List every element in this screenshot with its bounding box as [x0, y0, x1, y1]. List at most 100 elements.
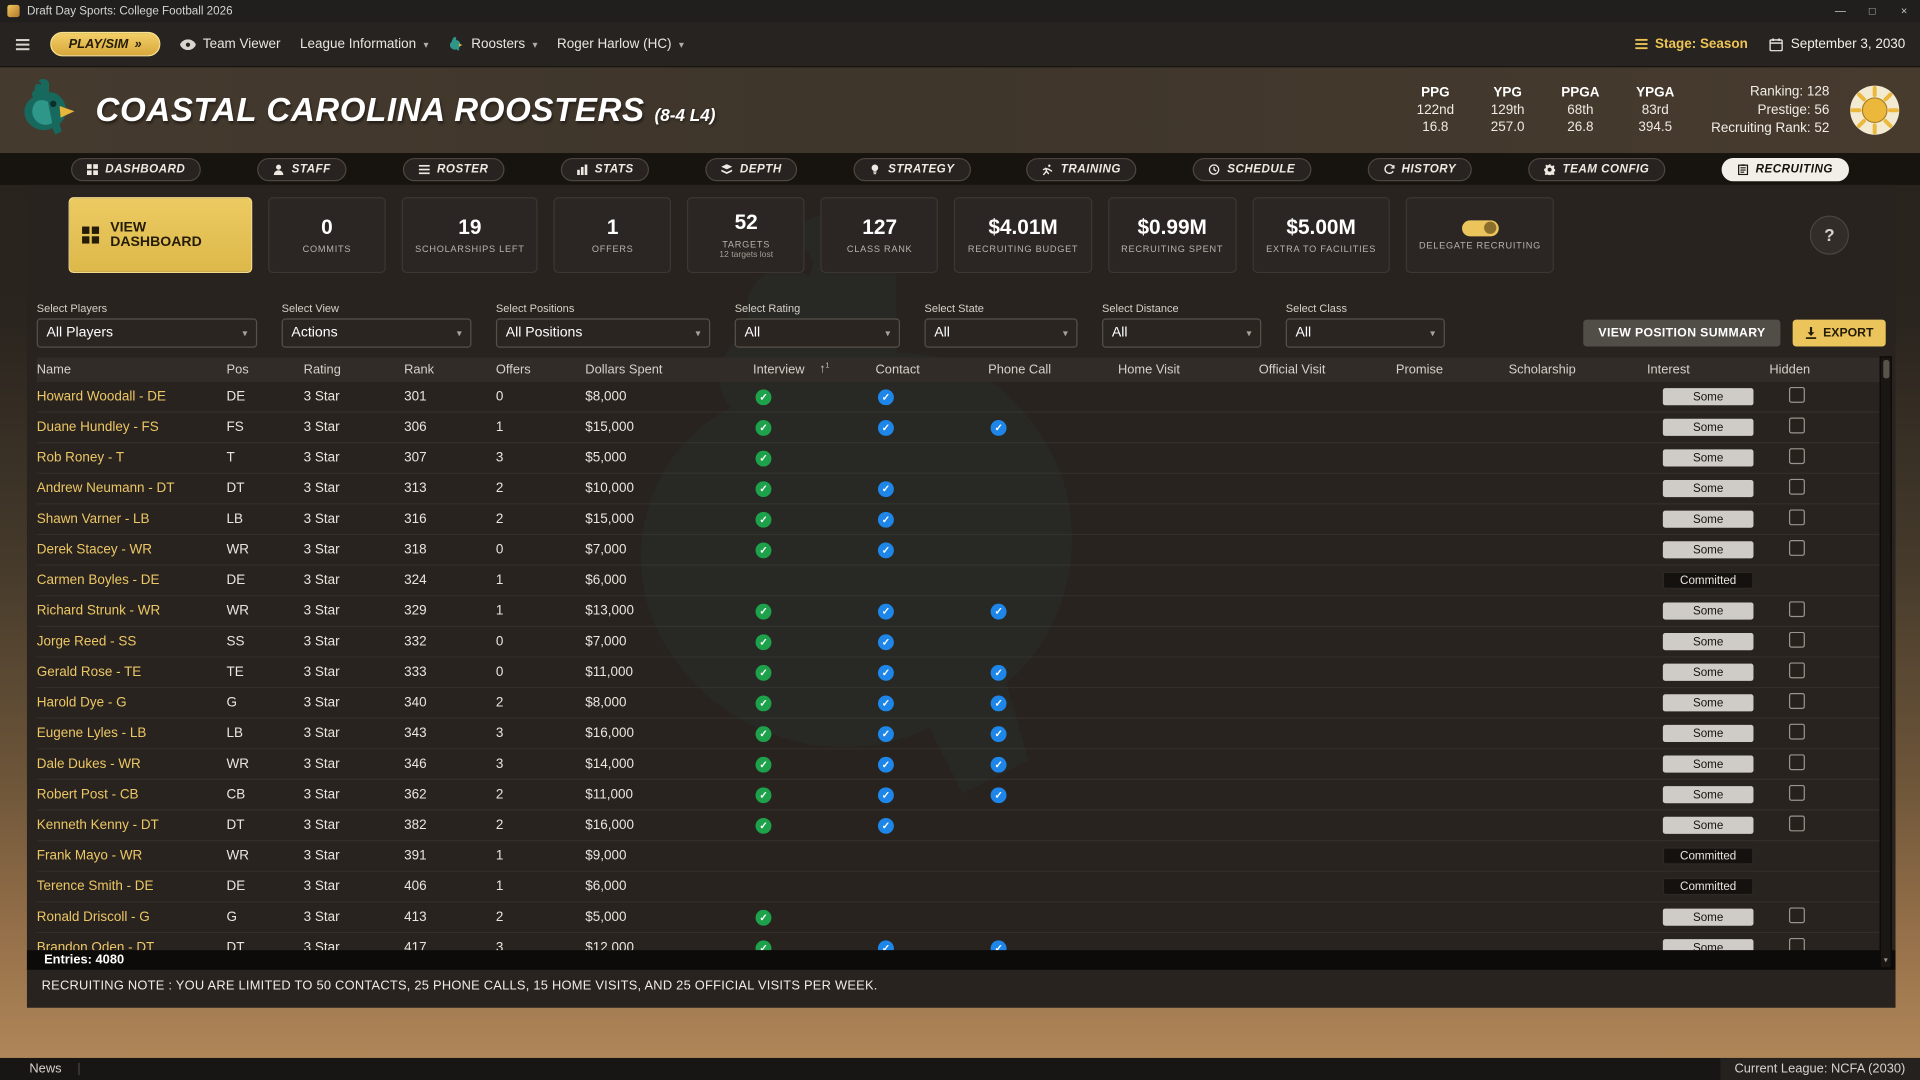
filter-select-select-rating[interactable]: All▾	[735, 318, 900, 347]
player-name-link[interactable]: Rob Roney - T	[37, 451, 227, 466]
hidden-checkbox[interactable]	[1789, 418, 1805, 434]
tab-dashboard[interactable]: DASHBOARD	[71, 157, 201, 180]
nav-league-information[interactable]: League Information ▾	[300, 37, 428, 52]
hidden-checkbox[interactable]	[1789, 479, 1805, 495]
scrollbar-down-arrow[interactable]: ▾	[1881, 956, 1891, 966]
table-row[interactable]: Harold Dye - GG3 Star3402$8,000✓✓✓Some	[37, 688, 1886, 719]
column-header-rank[interactable]: Rank	[404, 362, 496, 377]
view-position-summary-button[interactable]: VIEW POSITION SUMMARY	[1584, 320, 1781, 347]
filter-select-select-class[interactable]: All▾	[1286, 318, 1445, 347]
player-name-link[interactable]: Duane Hundley - FS	[37, 420, 227, 435]
hidden-checkbox[interactable]	[1789, 816, 1805, 832]
filter-select-select-view[interactable]: Actions▾	[282, 318, 472, 347]
table-row[interactable]: Eugene Lyles - LBLB3 Star3433$16,000✓✓✓S…	[37, 719, 1886, 750]
filter-select-select-distance[interactable]: All▾	[1102, 318, 1261, 347]
hidden-checkbox[interactable]	[1789, 754, 1805, 770]
player-name-link[interactable]: Terence Smith - DE	[37, 879, 227, 894]
player-name-link[interactable]: Richard Strunk - WR	[37, 604, 227, 619]
table-row[interactable]: Terence Smith - DEDE3 Star4061$6,000Comm…	[37, 872, 1886, 903]
hidden-checkbox[interactable]	[1789, 938, 1805, 950]
scrollbar-thumb[interactable]	[1883, 360, 1889, 378]
hidden-checkbox[interactable]	[1789, 662, 1805, 678]
hidden-checkbox[interactable]	[1789, 387, 1805, 403]
nav-coach[interactable]: Roger Harlow (HC) ▾	[557, 37, 684, 52]
view-dashboard-button[interactable]: VIEW DASHBOARD	[69, 197, 253, 273]
table-row[interactable]: Dale Dukes - WRWR3 Star3463$14,000✓✓✓Som…	[37, 749, 1886, 780]
player-name-link[interactable]: Jorge Reed - SS	[37, 634, 227, 649]
column-header-scholarship[interactable]: Scholarship	[1509, 362, 1647, 377]
tab-roster[interactable]: ROSTER	[403, 157, 505, 180]
tab-history[interactable]: HISTORY	[1367, 157, 1472, 180]
hidden-checkbox[interactable]	[1789, 724, 1805, 740]
table-row[interactable]: Brandon Oden - DTDT3 Star4173$12,000✓✓✓S…	[37, 933, 1886, 950]
column-header-offers[interactable]: Offers	[496, 362, 585, 377]
filter-select-select-positions[interactable]: All Positions▾	[496, 318, 710, 347]
player-name-link[interactable]: Carmen Boyles - DE	[37, 573, 227, 588]
play-sim-button[interactable]: PLAY/SIM »	[50, 32, 160, 56]
player-name-link[interactable]: Kenneth Kenny - DT	[37, 818, 227, 833]
hidden-checkbox[interactable]	[1789, 693, 1805, 709]
player-name-link[interactable]: Howard Woodall - DE	[37, 389, 227, 404]
table-row[interactable]: Shawn Varner - LBLB3 Star3162$15,000✓✓So…	[37, 504, 1886, 535]
filter-select-select-state[interactable]: All▾	[924, 318, 1077, 347]
player-name-link[interactable]: Gerald Rose - TE	[37, 665, 227, 680]
player-name-link[interactable]: Shawn Varner - LB	[37, 512, 227, 527]
table-row[interactable]: Frank Mayo - WRWR3 Star3911$9,000Committ…	[37, 841, 1886, 872]
maximize-button[interactable]: □	[1856, 0, 1888, 22]
table-row[interactable]: Duane Hundley - FSFS3 Star3061$15,000✓✓✓…	[37, 413, 1886, 444]
column-header-rating[interactable]: Rating	[304, 362, 404, 377]
tab-schedule[interactable]: SCHEDULE	[1193, 157, 1311, 180]
tab-training[interactable]: TRAINING	[1027, 157, 1137, 180]
player-name-link[interactable]: Robert Post - CB	[37, 787, 227, 802]
column-header-home-visit[interactable]: Home Visit	[1118, 362, 1259, 377]
delegate-recruiting-toggle[interactable]	[1462, 220, 1499, 236]
column-header-interview[interactable]: Interview↑1	[753, 362, 875, 377]
player-name-link[interactable]: Eugene Lyles - LB	[37, 726, 227, 741]
column-header-phone-call[interactable]: Phone Call	[988, 362, 1118, 377]
table-row[interactable]: Robert Post - CBCB3 Star3622$11,000✓✓✓So…	[37, 780, 1886, 811]
hidden-checkbox[interactable]	[1789, 632, 1805, 648]
table-row[interactable]: Richard Strunk - WRWR3 Star3291$13,000✓✓…	[37, 596, 1886, 627]
table-row[interactable]: Kenneth Kenny - DTDT3 Star3822$16,000✓✓S…	[37, 811, 1886, 842]
hidden-checkbox[interactable]	[1789, 907, 1805, 923]
table-row[interactable]: Gerald Rose - TETE3 Star3330$11,000✓✓✓So…	[37, 658, 1886, 689]
tab-recruiting[interactable]: RECRUITING	[1721, 157, 1849, 180]
column-header-dollars-spent[interactable]: Dollars Spent	[585, 362, 753, 377]
player-name-link[interactable]: Frank Mayo - WR	[37, 849, 227, 864]
help-button[interactable]: ?	[1810, 216, 1849, 255]
hidden-checkbox[interactable]	[1789, 448, 1805, 464]
table-row[interactable]: Derek Stacey - WRWR3 Star3180$7,000✓✓Som…	[37, 535, 1886, 566]
table-row[interactable]: Carmen Boyles - DEDE3 Star3241$6,000Comm…	[37, 566, 1886, 597]
table-row[interactable]: Jorge Reed - SSSS3 Star3320$7,000✓✓Some	[37, 627, 1886, 658]
hidden-checkbox[interactable]	[1789, 509, 1805, 525]
nav-roosters[interactable]: Roosters ▾	[448, 36, 537, 52]
tab-team-config[interactable]: TEAM CONFIG	[1528, 157, 1665, 180]
table-row[interactable]: Andrew Neumann - DTDT3 Star3132$10,000✓✓…	[37, 474, 1886, 505]
nav-team-viewer[interactable]: Team Viewer	[180, 37, 281, 52]
tab-stats[interactable]: STATS	[560, 157, 649, 180]
tab-staff[interactable]: STAFF	[257, 157, 346, 180]
news-tab[interactable]: News	[0, 1062, 79, 1077]
tab-strategy[interactable]: STRATEGY	[854, 157, 971, 180]
player-name-link[interactable]: Harold Dye - G	[37, 696, 227, 711]
filter-select-select-players[interactable]: All Players▾	[37, 318, 257, 347]
table-row[interactable]: Howard Woodall - DEDE3 Star3010$8,000✓✓S…	[37, 382, 1886, 413]
player-name-link[interactable]: Brandon Oden - DT	[37, 940, 227, 950]
minimize-button[interactable]: —	[1824, 0, 1856, 22]
column-header-official-visit[interactable]: Official Visit	[1259, 362, 1396, 377]
player-name-link[interactable]: Derek Stacey - WR	[37, 542, 227, 557]
player-name-link[interactable]: Andrew Neumann - DT	[37, 481, 227, 496]
table-row[interactable]: Rob Roney - TT3 Star3073$5,000✓Some	[37, 443, 1886, 474]
hidden-checkbox[interactable]	[1789, 785, 1805, 801]
menu-icon[interactable]	[15, 37, 31, 50]
column-header-name[interactable]: Name	[37, 362, 227, 377]
player-name-link[interactable]: Dale Dukes - WR	[37, 757, 227, 772]
column-header-contact[interactable]: Contact	[876, 362, 989, 377]
column-header-interest[interactable]: Interest	[1647, 362, 1769, 377]
column-header-hidden[interactable]: Hidden	[1769, 362, 1885, 377]
export-button[interactable]: EXPORT	[1793, 320, 1886, 347]
hidden-checkbox[interactable]	[1789, 540, 1805, 556]
hidden-checkbox[interactable]	[1789, 601, 1805, 617]
player-name-link[interactable]: Ronald Driscoll - G	[37, 910, 227, 925]
tab-depth[interactable]: DEPTH	[706, 157, 798, 180]
